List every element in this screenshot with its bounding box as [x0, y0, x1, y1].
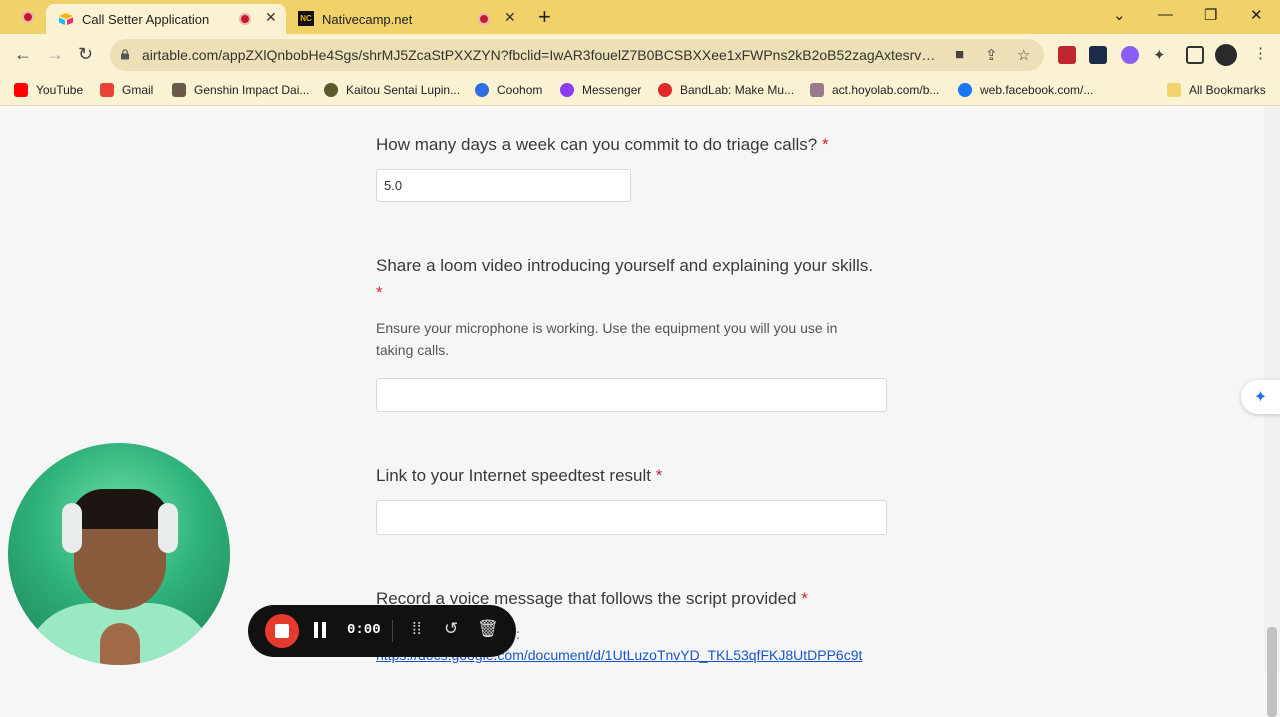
menu-icon[interactable]: ⋮ — [1253, 44, 1268, 62]
kaitou-icon — [324, 83, 338, 97]
camera-icon[interactable]: ■ — [955, 46, 964, 63]
restart-icon[interactable]: ↺ — [444, 619, 458, 639]
required-marker: * — [801, 589, 808, 608]
question-label: Share a loom video introducing yourself … — [376, 256, 874, 275]
tab-nativecamp[interactable]: NC Nativecamp.net ✕ — [290, 4, 530, 34]
tab-search-icon[interactable]: ⌄ — [1113, 6, 1126, 24]
tab-label: Call Setter Application — [82, 11, 210, 27]
tab-strip: Call Setter Application ✕ NC Nativecamp.… — [0, 0, 1280, 34]
required-marker: * — [822, 135, 829, 154]
share-icon[interactable]: ⇪ — [985, 46, 998, 64]
question-help-text: Ensure your microphone is working. Use t… — [376, 320, 838, 358]
headset-icon — [158, 503, 178, 553]
bookmark-label: act.hoyolab.com/b... — [832, 83, 940, 97]
bookmark-label: Messenger — [582, 83, 642, 97]
airtable-icon — [59, 13, 73, 25]
drag-handle-icon[interactable]: ⁞⁞ — [412, 619, 421, 639]
bookmark-messenger[interactable]: Messenger — [560, 83, 641, 97]
coohom-icon — [475, 83, 489, 97]
question-loom-video: Share a loom video introducing yourself … — [376, 252, 876, 306]
extensions-puzzle-icon[interactable]: ✦ — [1153, 46, 1166, 64]
pause-recording-button[interactable] — [314, 622, 326, 638]
divider — [392, 620, 393, 642]
genshin-icon — [172, 83, 186, 97]
webcam-person-hair — [70, 489, 170, 529]
youtube-icon — [14, 83, 28, 97]
bookmarks-bar: YouTube Gmail Genshin Impact Dai... Kait… — [0, 76, 1280, 106]
nativecamp-icon: NC — [298, 11, 314, 26]
close-tab-icon[interactable]: ✕ — [265, 9, 277, 26]
star-icon[interactable]: ☆ — [1017, 46, 1030, 64]
bookmark-label: YouTube — [36, 83, 84, 97]
stop-recording-button[interactable] — [265, 614, 299, 648]
bookmark-label: Gmail — [122, 83, 154, 97]
forward-icon[interactable]: → — [46, 44, 64, 65]
loom-video-input[interactable] — [376, 378, 887, 412]
recording-controls: 0:00 ⁞⁞ ↺ 🗑 — [248, 605, 516, 657]
side-widget-sparkle-icon[interactable]: ✦ — [1241, 380, 1280, 414]
bookmark-youtube[interactable]: YouTube — [14, 83, 83, 97]
headset-icon — [62, 503, 82, 553]
back-icon[interactable]: ← — [14, 44, 32, 65]
question-help-text: : — [516, 626, 520, 642]
webcam-bubble[interactable] — [8, 443, 230, 665]
address-bar[interactable]: airtable.com/appZXlQnbobHe4Sgs/shrMJ5Zca… — [110, 39, 1044, 71]
hoyolab-icon — [810, 83, 824, 97]
bookmark-label: All Bookmarks — [1189, 83, 1266, 97]
close-tab-icon[interactable]: ✕ — [504, 9, 516, 26]
bandlab-icon — [658, 83, 672, 97]
speedtest-input[interactable] — [376, 500, 887, 535]
restore-icon[interactable]: ❐ — [1204, 6, 1217, 24]
bookmark-kaitou[interactable]: Kaitou Sentai Lupin... — [324, 83, 460, 97]
bookmark-label: web.facebook.com/... — [980, 83, 1094, 97]
bookmark-bandlab[interactable]: BandLab: Make Mu... — [658, 83, 794, 97]
delete-icon[interactable]: 🗑 — [477, 619, 499, 639]
profile-avatar[interactable] — [1215, 44, 1237, 66]
days-per-week-input[interactable]: 5.0 — [376, 169, 631, 202]
messenger-icon — [560, 83, 574, 97]
gmail-icon — [100, 83, 114, 97]
tab-call-setter[interactable]: Call Setter Application ✕ — [46, 4, 286, 34]
required-marker: * — [376, 283, 383, 302]
close-window-icon[interactable]: ✕ — [1250, 6, 1263, 24]
tab-recording-icon — [478, 13, 490, 25]
tab-recording-icon — [239, 13, 251, 25]
bookmark-hoyolab[interactable]: act.hoyolab.com/b... — [810, 83, 939, 97]
extension-dictionary-icon[interactable] — [1089, 46, 1107, 64]
bookmark-label: Kaitou Sentai Lupin... — [346, 83, 461, 97]
question-days-per-week: How many days a week can you commit to d… — [376, 131, 896, 158]
extension-flower-icon[interactable] — [1121, 46, 1139, 64]
folder-icon — [1167, 83, 1181, 97]
lock-icon — [121, 49, 129, 60]
recording-indicator-icon — [22, 11, 34, 23]
all-bookmarks[interactable]: All Bookmarks — [1167, 83, 1266, 97]
tab-label: Nativecamp.net — [322, 11, 413, 27]
reload-icon[interactable]: ↻ — [78, 44, 93, 65]
browser-toolbar: ← → ↻ airtable.com/appZXlQnbobHe4Sgs/shr… — [0, 34, 1280, 76]
question-label: How many days a week can you commit to d… — [376, 135, 818, 154]
side-panel-icon[interactable] — [1186, 46, 1204, 64]
bookmark-facebook[interactable]: web.facebook.com/... — [958, 83, 1093, 97]
bookmark-coohom[interactable]: Coohom — [475, 83, 542, 97]
question-speedtest: Link to your Internet speedtest result * — [376, 462, 896, 489]
webcam-person-hands — [100, 623, 140, 665]
minimize-icon[interactable]: — — [1158, 6, 1173, 23]
new-tab-icon[interactable]: + — [538, 4, 551, 30]
scrollbar-thumb[interactable] — [1267, 627, 1277, 717]
facebook-icon — [958, 83, 972, 97]
extension-red-icon[interactable] — [1058, 46, 1076, 64]
bookmark-genshin[interactable]: Genshin Impact Dai... — [172, 83, 309, 97]
bookmark-label: Coohom — [497, 83, 543, 97]
bookmark-label: BandLab: Make Mu... — [680, 83, 795, 97]
question-label: Link to your Internet speedtest result — [376, 466, 651, 485]
bookmark-gmail[interactable]: Gmail — [100, 83, 153, 97]
bookmark-label: Genshin Impact Dai... — [194, 83, 310, 97]
required-marker: * — [655, 466, 663, 485]
url-text: airtable.com/appZXlQnbobHe4Sgs/shrMJ5Zca… — [142, 47, 942, 63]
recording-timer: 0:00 — [347, 622, 381, 638]
